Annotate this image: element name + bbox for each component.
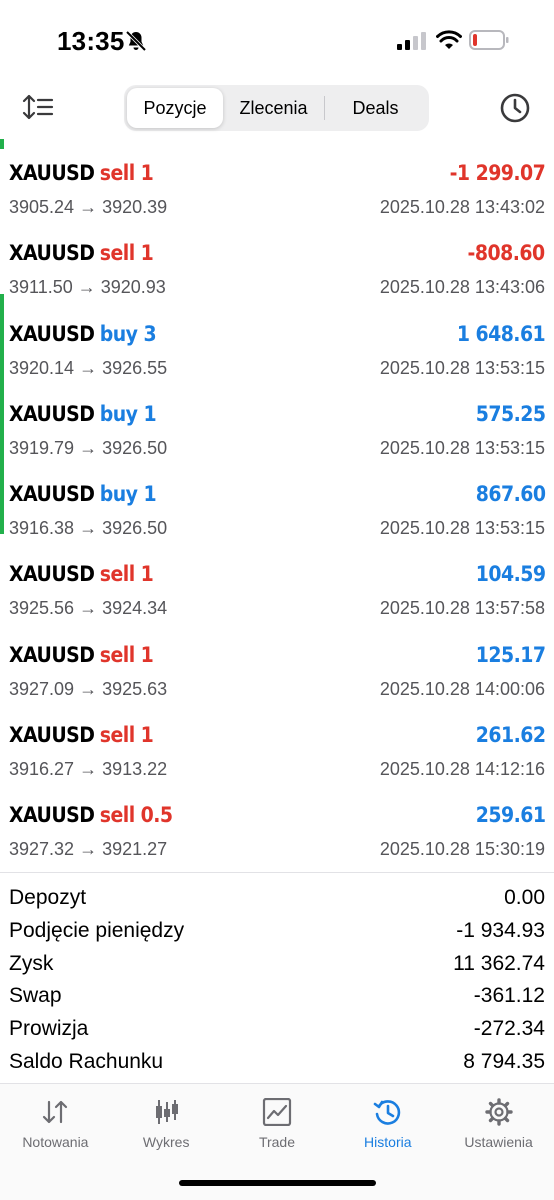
trade-symbol: XAUUSD <box>9 482 95 507</box>
tab-label: Notowania <box>22 1134 89 1150</box>
trade-profit: 261.62 <box>475 723 545 748</box>
summary-row-balance: Saldo Rachunku 8 794.35 <box>0 1046 554 1079</box>
trade-symbol: XAUUSD <box>9 803 95 828</box>
trade-title: XAUUSD buy 1 <box>9 401 157 426</box>
trade-prices: 3927.32 → 3921.27 <box>9 839 168 860</box>
summary-value: -1 934.93 <box>456 918 545 942</box>
trade-side: sell 1 <box>99 241 154 266</box>
trade-row[interactable]: XAUUSD sell 1 -1 299.07 3905.24 → 3920.39… <box>0 133 554 217</box>
summary-value: -272.34 <box>473 1017 545 1041</box>
summary-label: Podjęcie pieniędzy <box>9 918 185 942</box>
trade-row[interactable]: XAUUSD buy 1 867.60 3916.38 → 3926.50 202… <box>0 454 554 538</box>
quotes-arrows-icon <box>43 1100 68 1124</box>
trade-title: XAUUSD sell 1 <box>9 161 154 185</box>
cellular-signal-icon <box>397 32 426 50</box>
trade-symbol: XAUUSD <box>9 401 95 426</box>
sort-icon[interactable] <box>22 92 56 122</box>
summary-row-deposit: Depozyt 0.00 <box>0 882 554 915</box>
summary-label: Prowizja <box>9 1017 89 1041</box>
trade-side: sell 1 <box>99 723 154 748</box>
trade-profit: 104.59 <box>475 562 545 587</box>
trade-side: sell 1 <box>99 562 154 587</box>
trade-row[interactable]: XAUUSD sell 1 -808.60 3911.50 → 3920.93 2… <box>0 213 554 297</box>
trade-title: XAUUSD sell 1 <box>9 642 154 667</box>
trade-time: 2025.10.28 15:30:19 <box>379 839 545 860</box>
trade-side: sell 1 <box>99 642 154 667</box>
bell-off-icon <box>125 30 147 52</box>
trade-row[interactable]: XAUUSD buy 1 575.25 3919.79 → 3926.50 202… <box>0 373 554 458</box>
toolbar: Pozycje Zlecenia Deals <box>0 82 554 134</box>
summary-label: Swap <box>9 984 62 1008</box>
trade-profit: -808.60 <box>467 241 546 266</box>
summary-label: Zysk <box>9 951 54 975</box>
trade-title: XAUUSD sell 1 <box>9 241 154 266</box>
summary-row-withdrawal: Podjęcie pieniędzy -1 934.93 <box>0 915 554 948</box>
gear-icon <box>484 1098 513 1126</box>
tab-zlecenia[interactable]: Zlecenia <box>223 88 324 128</box>
home-indicator[interactable] <box>179 1180 376 1186</box>
trade-profit: 575.25 <box>475 401 545 426</box>
summary-row-commission: Prowizja -272.34 <box>0 1013 554 1046</box>
battery-icon <box>469 30 509 50</box>
segmented-control: Pozycje Zlecenia Deals <box>124 85 429 131</box>
trade-title: XAUUSD sell 1 <box>9 562 154 587</box>
trade-side: buy 1 <box>99 401 157 426</box>
trade-title: XAUUSD buy 3 <box>9 321 157 346</box>
trade-symbol: XAUUSD <box>9 723 95 748</box>
trade-side: sell 1 <box>99 161 154 185</box>
summary-value: 0.00 <box>504 886 545 909</box>
tab-deals[interactable]: Deals <box>325 88 426 128</box>
trade-chart-icon <box>262 1098 292 1126</box>
account-summary: Depozyt 0.00 Podjęcie pieniędzy -1 934.9… <box>0 872 554 1079</box>
trade-symbol: XAUUSD <box>9 241 95 266</box>
summary-label: Depozyt <box>9 886 87 909</box>
wifi-icon <box>436 30 462 49</box>
tab-ustawienia[interactable]: Ustawienia <box>443 1084 554 1160</box>
history-clock-icon <box>373 1100 400 1125</box>
trade-side: sell 0.5 <box>99 803 173 828</box>
trade-row[interactable]: XAUUSD buy 3 1 648.61 3920.14 → 3926.55 2… <box>0 293 554 378</box>
status-bar: 13:35 <box>0 0 554 80</box>
tab-label: Trade <box>258 1134 296 1150</box>
summary-value: -361.12 <box>473 984 545 1008</box>
tab-label: Wykres <box>142 1134 190 1150</box>
trade-profit: 1 648.61 <box>456 321 546 346</box>
trade-side: buy 3 <box>99 321 157 346</box>
trade-profit: 125.17 <box>475 642 545 667</box>
trade-row[interactable]: XAUUSD sell 1 104.59 3925.56 → 3924.34 20… <box>0 534 554 618</box>
summary-row-profit: Zysk 11 362.74 <box>0 948 554 981</box>
trade-title: XAUUSD sell 0.5 <box>9 803 173 827</box>
trade-symbol: XAUUSD <box>9 161 95 185</box>
trade-profit: 259.61 <box>475 803 545 828</box>
tab-historia[interactable]: Historia <box>332 1084 443 1160</box>
trade-profit: -1 299.07 <box>449 161 545 185</box>
status-time: 13:35 <box>57 26 125 56</box>
history-clock-icon[interactable] <box>499 92 531 124</box>
trade-row[interactable]: XAUUSD sell 1 125.17 3927.09 → 3925.63 20… <box>0 615 554 699</box>
tab-label: Ustawienia <box>464 1134 533 1150</box>
trade-list: XAUUSD sell 1 -1 299.07 3905.24 → 3920.39… <box>0 133 554 859</box>
tab-trade[interactable]: Trade <box>222 1084 333 1160</box>
tab-wykres[interactable]: Wykres <box>111 1084 222 1160</box>
summary-row-swap: Swap -361.12 <box>0 980 554 1013</box>
trade-symbol: XAUUSD <box>9 321 95 346</box>
summary-value: 11 362.74 <box>453 951 545 975</box>
trade-symbol: XAUUSD <box>9 642 95 667</box>
summary-label: Saldo Rachunku <box>9 1049 164 1073</box>
summary-value: 8 794.35 <box>463 1049 545 1073</box>
trade-row[interactable]: XAUUSD sell 1 261.62 3916.27 → 3913.22 20… <box>0 695 554 779</box>
trade-profit: 867.60 <box>475 482 545 507</box>
tab-notowania[interactable]: Notowania <box>0 1084 111 1160</box>
tab-label: Historia <box>364 1134 412 1150</box>
trade-title: XAUUSD sell 1 <box>9 723 154 748</box>
trade-side: buy 1 <box>99 482 157 507</box>
trade-title: XAUUSD buy 1 <box>9 482 157 507</box>
candlestick-chart-icon <box>156 1100 179 1124</box>
trade-symbol: XAUUSD <box>9 562 95 587</box>
trade-row[interactable]: XAUUSD sell 0.5 259.61 3927.32 → 3921.27 … <box>0 775 554 859</box>
tab-pozycje[interactable]: Pozycje <box>127 88 223 128</box>
